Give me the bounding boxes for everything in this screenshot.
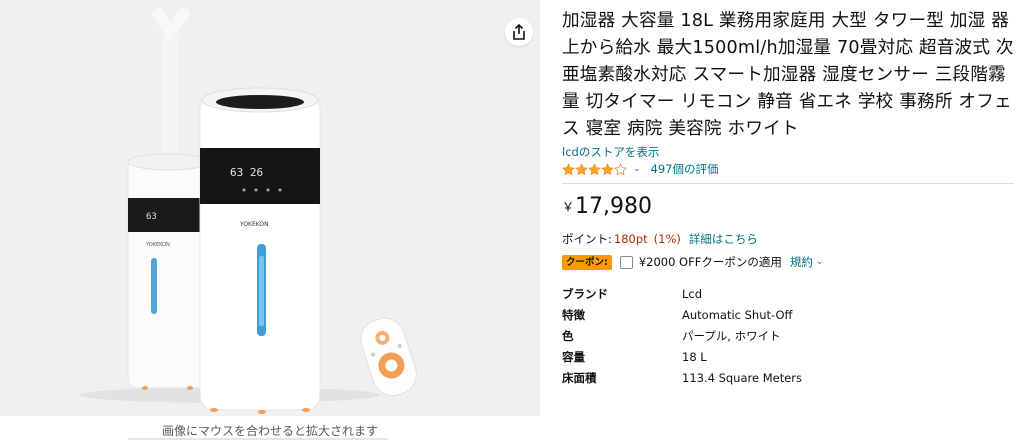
- spec-key: 特徴: [562, 307, 585, 322]
- rating-stars[interactable]: [562, 162, 627, 176]
- rating-row: ⌄ 497個の評価: [562, 161, 1014, 177]
- price: ￥ 17,980: [562, 194, 1014, 228]
- points-row: ポイント: 180pt (1%) 詳細はこちら: [562, 231, 1014, 247]
- large-display: 63 26: [230, 166, 263, 179]
- star-full-icon: [601, 162, 614, 175]
- spec-value: パープル, ホワイト: [682, 328, 781, 343]
- spec-row: 色 パープル, ホワイト: [562, 325, 1014, 346]
- spec-key: 床面積: [562, 370, 597, 385]
- spec-row: 床面積 113.4 Square Meters: [562, 367, 1014, 388]
- points-label: ポイント:: [562, 232, 612, 246]
- spec-value: Automatic Shut-Off: [682, 307, 793, 322]
- spec-row: 容量 18 L: [562, 346, 1014, 367]
- coupon-terms-link[interactable]: 規約: [790, 254, 813, 270]
- coupon-text[interactable]: ¥2000 OFFクーポンの適用: [639, 254, 782, 270]
- coupon-row: クーポン: ¥2000 OFFクーポンの適用 規約 ⌄: [562, 253, 1014, 271]
- share-icon: [513, 24, 525, 40]
- price-value: 17,980: [575, 194, 652, 219]
- spec-value: 18 L: [682, 349, 707, 364]
- spec-table: ブランド Lcd 特徴 Automatic Shut-Off 色 パープル, ホ…: [562, 283, 1014, 388]
- spec-key: 容量: [562, 349, 585, 364]
- points-value: 180pt: [613, 232, 648, 246]
- zoom-hint: 画像にマウスを合わせると拡大されます: [161, 424, 378, 438]
- product-image: 63 YOKEKON 63 26 YOKEKON: [80, 8, 417, 414]
- large-brand-label: YOKEKON: [239, 221, 269, 228]
- small-brand-label: YOKEKON: [145, 242, 170, 248]
- spec-value: 113.4 Square Meters: [682, 370, 803, 385]
- spec-key: ブランド: [562, 286, 608, 301]
- spec-value: Lcd: [682, 286, 703, 301]
- product-details: 加湿器 大容量 18L 業務用家庭用 大型 タワー型 加湿 器 上から給水 最大…: [562, 8, 1014, 388]
- chevron-down-icon[interactable]: ⌄: [816, 257, 824, 267]
- rating-chevron-down-icon[interactable]: ⌄: [633, 164, 641, 174]
- star-full-icon: [588, 162, 601, 175]
- divider: [562, 183, 1014, 184]
- coupon-badge: クーポン:: [562, 254, 612, 270]
- star-full-icon: [562, 162, 575, 175]
- store-link[interactable]: lcdのストアを表示: [562, 145, 1014, 159]
- price-symbol: ￥: [562, 200, 575, 214]
- product-image-panel[interactable]: 63 YOKEKON 63 26 YOKEKON: [0, 0, 540, 416]
- points-details-link[interactable]: 詳細はこちら: [689, 231, 758, 247]
- points-percent: (1%): [653, 232, 681, 246]
- spec-row: ブランド Lcd: [562, 283, 1014, 304]
- star-empty-icon: [614, 162, 627, 175]
- rating-count-link[interactable]: 497個の評価: [651, 161, 719, 177]
- spec-key: 色: [562, 328, 574, 343]
- share-button[interactable]: [505, 18, 533, 46]
- small-display: 63: [146, 212, 157, 222]
- spec-row: 特徴 Automatic Shut-Off: [562, 304, 1014, 325]
- coupon-checkbox[interactable]: [619, 255, 633, 269]
- thumbnail-strip-edge: [128, 438, 388, 440]
- product-title: 加湿器 大容量 18L 業務用家庭用 大型 タワー型 加湿 器 上から給水 最大…: [562, 11, 1014, 139]
- star-full-icon: [575, 162, 588, 175]
